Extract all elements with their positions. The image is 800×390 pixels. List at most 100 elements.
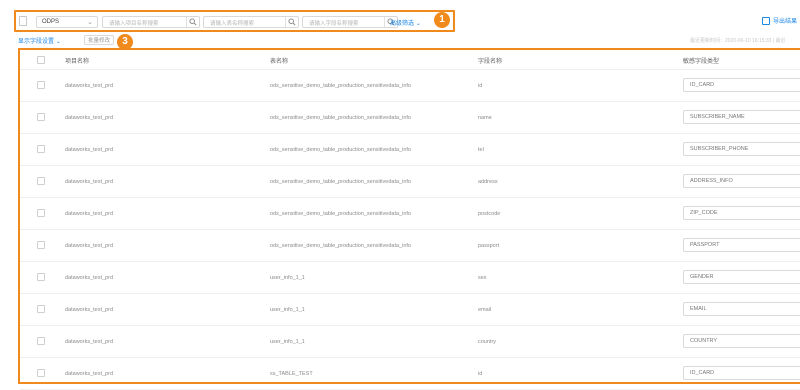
sensitive-type-select[interactable]: EMAIL bbox=[683, 302, 800, 316]
cell-table: ods_sensitive_demo_table_production_sens… bbox=[270, 115, 411, 121]
cell-project: dataworks_test_prd bbox=[65, 275, 113, 281]
cell-field: sex bbox=[478, 275, 487, 281]
sensitive-type-value: EMAIL bbox=[690, 306, 707, 312]
cell-table: user_info_1_1 bbox=[270, 339, 305, 345]
table-row: dataworks_test_prd ods_sensitive_demo_tab… bbox=[20, 166, 800, 198]
cell-table: ss_TABLE_TEST bbox=[270, 371, 313, 377]
cell-field: country bbox=[478, 339, 497, 345]
cell-field: id bbox=[478, 83, 483, 89]
sensitive-fields-table: 项目名称 表名称 字段名称 敏感字段类型 dataworks_test_prdo… bbox=[18, 48, 800, 390]
table-row: dataworks_test_prd ods_sensitive_demo_tab… bbox=[20, 70, 800, 102]
sensitive-type-value: PASSPORT bbox=[690, 242, 720, 248]
cell-project: dataworks_test_prd bbox=[65, 243, 113, 249]
header-field: 字段名称 bbox=[478, 59, 503, 65]
cell-table: user_info_1_1 bbox=[270, 307, 305, 313]
row-checkbox[interactable] bbox=[37, 81, 45, 89]
show-fields-settings[interactable]: 显示字段设置 ⌄ bbox=[18, 36, 61, 45]
filter-bar: ODPS ⌄ 请输入项目名称搜索 请输入表名称搜索 请输入字段名称搜索 高级筛选… bbox=[14, 10, 455, 32]
table-row: dataworks_test_prd ods_sensitive_demo_tab… bbox=[20, 230, 800, 262]
cell-field: address bbox=[478, 179, 498, 185]
cell-table: ods_sensitive_demo_table_production_sens… bbox=[270, 83, 411, 89]
table-search-placeholder: 请输入表名称搜索 bbox=[210, 21, 255, 27]
sensitive-type-value: SUBSCRIBER_PHONE bbox=[690, 146, 749, 152]
row-checkbox[interactable] bbox=[37, 209, 45, 217]
row-checkbox[interactable] bbox=[37, 177, 45, 185]
chevron-down-icon: ⌄ bbox=[415, 21, 421, 27]
header-table: 表名称 bbox=[270, 59, 289, 65]
callout-badge-1: 1 bbox=[434, 12, 450, 28]
header-sensitive-type: 敏感字段类型 bbox=[683, 59, 720, 65]
cell-table: user_info_1_1 bbox=[270, 275, 305, 281]
cell-table: ods_sensitive_demo_table_production_sens… bbox=[270, 147, 411, 153]
project-search-input[interactable]: 请输入项目名称搜索 bbox=[102, 16, 200, 28]
field-search-placeholder: 请输入字段名称搜索 bbox=[309, 21, 359, 27]
sensitive-type-value: ADDRESS_INFO bbox=[690, 178, 733, 184]
sensitive-type-select[interactable]: COUNTRY bbox=[683, 334, 800, 348]
database-type-value: ODPS bbox=[42, 19, 60, 25]
chevron-down-icon: ⌄ bbox=[55, 39, 61, 45]
table-row: dataworks_test_prd user_info_1_1 sex GENDER bbox=[20, 262, 800, 294]
row-checkbox[interactable] bbox=[37, 305, 45, 313]
field-search-input[interactable]: 请输入字段名称搜索 bbox=[302, 16, 398, 28]
row-checkbox[interactable] bbox=[37, 145, 45, 153]
row-checkbox[interactable] bbox=[37, 113, 45, 121]
select-all-checkbox[interactable] bbox=[37, 56, 45, 64]
cell-table: ods_sensitive_demo_table_production_sens… bbox=[270, 243, 411, 249]
update-info: 最近更新时间：2020-06-10 16:15:33 | 最近 bbox=[690, 38, 786, 44]
table-row: dataworks_test_prd ods_sensitive_demo_tab… bbox=[20, 198, 800, 230]
table-row: dataworks_test_prd ss_TABLE_TEST id ID_CARD bbox=[20, 358, 800, 390]
cell-project: dataworks_test_prd bbox=[65, 147, 113, 153]
chevron-down-icon: ⌄ bbox=[87, 19, 93, 26]
sensitive-type-select[interactable]: ID_CARD bbox=[683, 78, 800, 92]
cell-project: dataworks_test_prd bbox=[65, 115, 113, 121]
table-search-input[interactable]: 请输入表名称搜索 bbox=[203, 16, 299, 28]
advanced-filter-label: 高级筛选 bbox=[390, 21, 415, 27]
search-icon[interactable] bbox=[186, 17, 199, 27]
row-checkbox[interactable] bbox=[37, 241, 45, 249]
row-checkbox[interactable] bbox=[37, 369, 45, 377]
cell-table: ods_sensitive_demo_table_production_sens… bbox=[270, 211, 411, 217]
sensitive-type-select[interactable]: SUBSCRIBER_PHONE bbox=[683, 142, 800, 156]
cell-project: dataworks_test_prd bbox=[65, 339, 113, 345]
sensitive-type-select[interactable]: ADDRESS_INFO bbox=[683, 174, 800, 188]
advanced-filter-toggle[interactable]: 高级筛选 ⌄ bbox=[390, 18, 421, 27]
table-header: 项目名称 表名称 字段名称 敏感字段类型 bbox=[20, 50, 800, 70]
table-row: dataworks_test_prd user_info_1_1 email EMAI… bbox=[20, 294, 800, 326]
table-row: dataworks_test_prd ods_sensitive_demo_tab… bbox=[20, 134, 800, 166]
sensitive-type-value: ID_CARD bbox=[690, 370, 715, 376]
cell-field: name bbox=[478, 115, 492, 121]
sensitive-type-select[interactable]: ID_CARD bbox=[683, 366, 800, 380]
cell-project: dataworks_test_prd bbox=[65, 307, 113, 313]
filter-icon bbox=[19, 16, 27, 26]
show-fields-label: 显示字段设置 bbox=[18, 39, 55, 45]
table-row: dataworks_test_prd user_info_1_1 country CO… bbox=[20, 326, 800, 358]
export-link[interactable]: 导出结果 bbox=[773, 16, 797, 25]
cell-table: ods_sensitive_demo_table_production_sens… bbox=[270, 179, 411, 185]
cell-project: dataworks_test_prd bbox=[65, 83, 113, 89]
cell-project: dataworks_test_prd bbox=[65, 211, 113, 217]
sensitive-type-value: SUBSCRIBER_NAME bbox=[690, 114, 745, 120]
cell-field: passport bbox=[478, 243, 500, 249]
sensitive-type-select[interactable]: ZIP_CODE bbox=[683, 206, 800, 220]
cell-field: tel bbox=[478, 147, 484, 153]
table-row: dataworks_test_prd ods_sensitive_demo_tab… bbox=[20, 102, 800, 134]
row-checkbox[interactable] bbox=[37, 273, 45, 281]
batch-modify-button[interactable]: 批量修改 bbox=[84, 35, 114, 45]
row-checkbox[interactable] bbox=[37, 337, 45, 345]
project-search-placeholder: 请输入项目名称搜索 bbox=[109, 21, 159, 27]
header-project: 项目名称 bbox=[65, 59, 90, 65]
sensitive-type-value: GENDER bbox=[690, 274, 714, 280]
cell-field: postcode bbox=[478, 211, 501, 217]
cell-field: email bbox=[478, 307, 492, 313]
search-icon[interactable] bbox=[285, 17, 298, 27]
database-type-select[interactable]: ODPS ⌄ bbox=[36, 16, 98, 28]
sensitive-type-select[interactable]: GENDER bbox=[683, 270, 800, 284]
sensitive-type-value: COUNTRY bbox=[690, 338, 718, 344]
export-icon[interactable] bbox=[762, 17, 770, 25]
cell-project: dataworks_test_prd bbox=[65, 371, 113, 377]
cell-field: id bbox=[478, 371, 483, 377]
sensitive-type-select[interactable]: PASSPORT bbox=[683, 238, 800, 252]
sensitive-type-value: ZIP_CODE bbox=[690, 210, 718, 216]
sensitive-type-value: ID_CARD bbox=[690, 82, 715, 88]
sensitive-type-select[interactable]: SUBSCRIBER_NAME bbox=[683, 110, 800, 124]
